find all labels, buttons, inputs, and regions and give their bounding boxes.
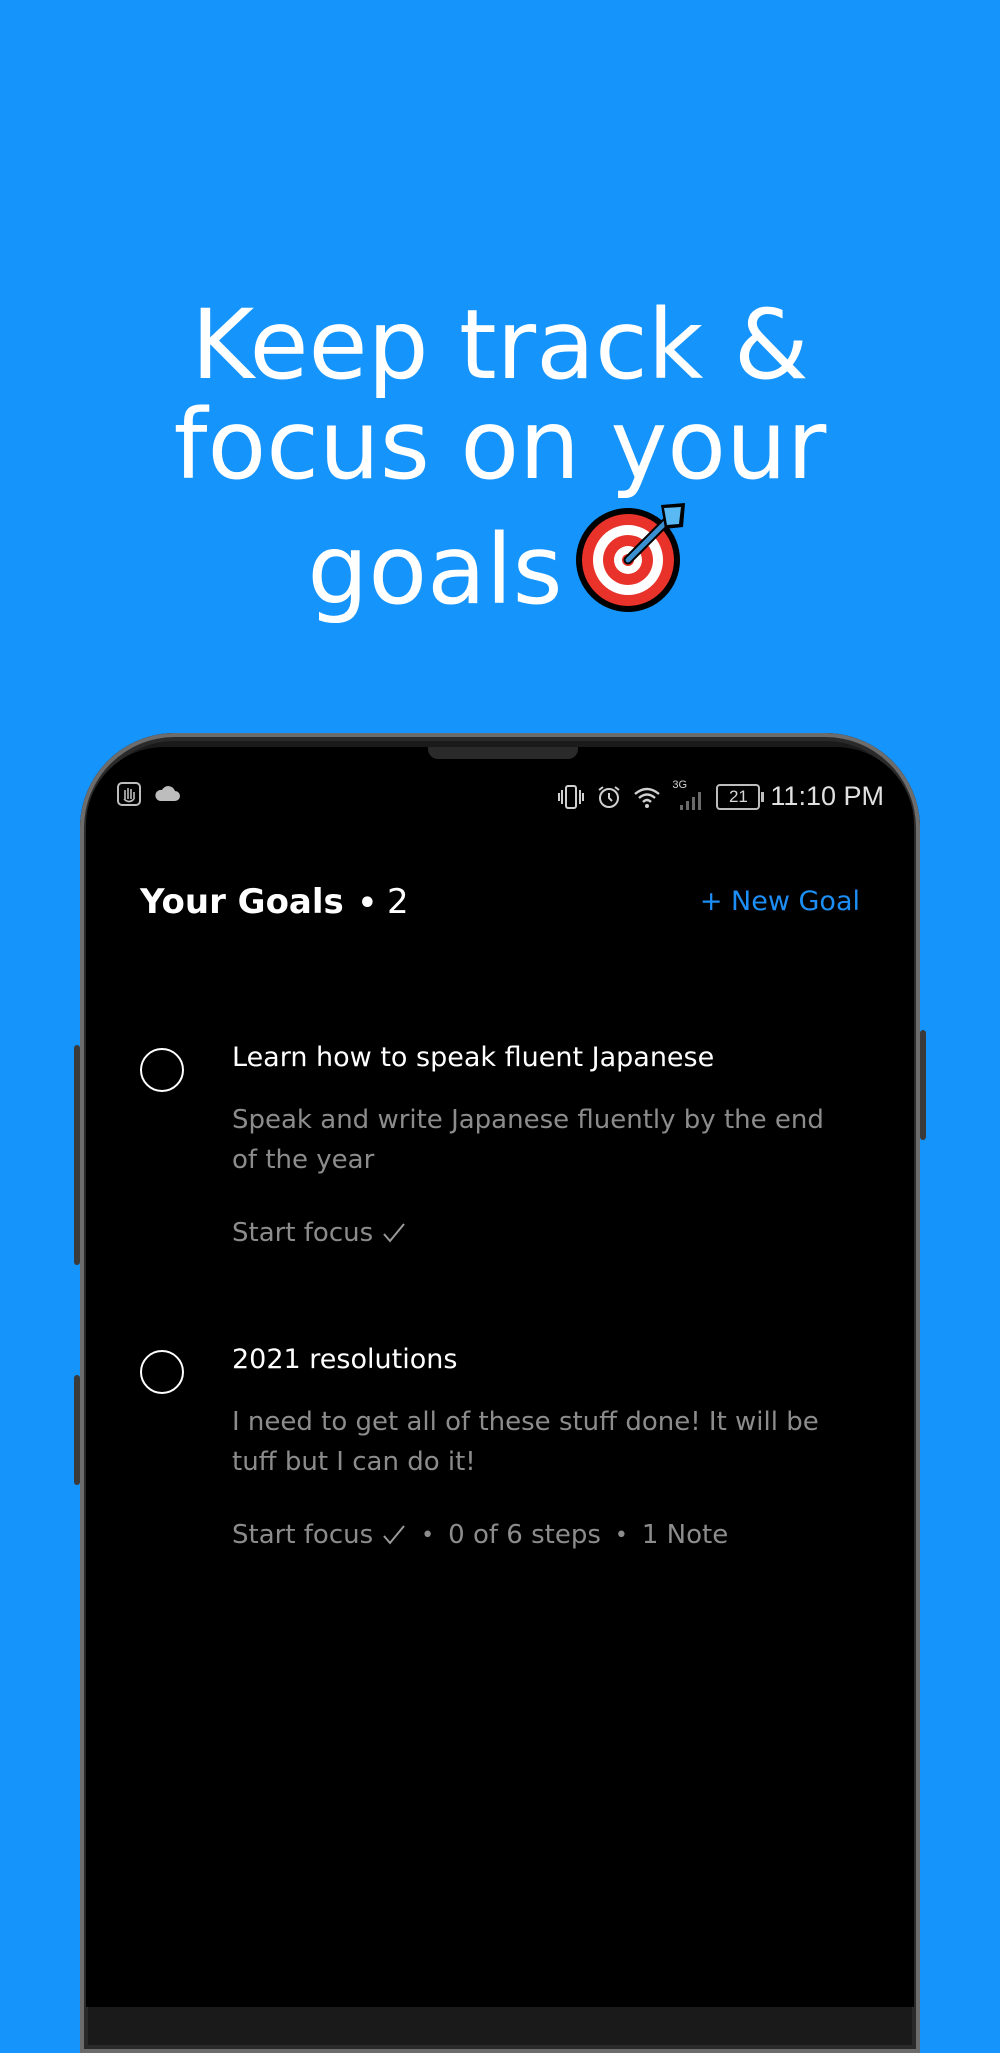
volume-button xyxy=(74,1045,80,1265)
goal-complete-checkbox[interactable] xyxy=(140,1048,184,1092)
goal-notes-count: 1 Note xyxy=(641,1520,729,1550)
goal-description: Speak and write Japanese fluently by the… xyxy=(232,1105,824,1175)
start-focus-label: Start focus xyxy=(232,1520,374,1550)
headline-line-3-text: goals xyxy=(307,514,563,626)
signal-3g-icon: 3G xyxy=(672,779,706,811)
goal-count: 2 xyxy=(386,882,409,922)
cloud-icon xyxy=(155,786,180,801)
title-separator: • xyxy=(357,886,377,921)
status-bar: 3G 21 11:10 PM xyxy=(116,779,884,817)
goals-header: Your Goals • 2 + New Goal xyxy=(140,882,860,932)
page-title: Your Goals • 2 xyxy=(140,882,409,922)
phone-notch xyxy=(428,747,578,759)
goal-meta: Start focus • 0 of 6 steps • 1 Note xyxy=(232,1520,852,1550)
new-goal-button[interactable]: + New Goal xyxy=(700,886,860,917)
goal-body: Learn how to speak fluent Japanese Speak… xyxy=(232,1040,852,1248)
goal-complete-checkbox[interactable] xyxy=(140,1350,184,1394)
headline-line-1: Keep track & xyxy=(191,289,809,401)
goal-body: 2021 resolutions I need to get all of th… xyxy=(232,1342,852,1550)
side-button xyxy=(74,1375,80,1485)
checkmark-icon xyxy=(383,1525,405,1545)
meta-separator: • xyxy=(421,1522,435,1548)
start-focus-button[interactable]: Start focus xyxy=(232,1218,407,1248)
goal-title: 2021 resolutions xyxy=(232,1344,458,1375)
meta-separator: • xyxy=(614,1522,628,1548)
power-button xyxy=(920,1030,926,1140)
battery-icon: 21 xyxy=(716,783,765,810)
goal-title: Learn how to speak fluent Japanese xyxy=(232,1042,715,1073)
wifi-icon xyxy=(634,787,661,808)
checkmark-icon xyxy=(383,1223,405,1243)
vibrate-icon xyxy=(558,784,585,809)
headline-line-3: goals xyxy=(0,495,1000,620)
alarm-icon xyxy=(598,785,621,808)
goal-meta: Start focus xyxy=(232,1218,852,1248)
status-bar-left xyxy=(116,781,182,807)
goal-description: I need to get all of these stuff done! I… xyxy=(232,1407,819,1477)
start-focus-button[interactable]: Start focus xyxy=(232,1520,407,1550)
status-time: 11:10 PM xyxy=(770,781,884,811)
page-title-text: Your Goals xyxy=(140,882,344,922)
headline-line-2: focus on your xyxy=(173,389,827,501)
promo-headline: Keep track & focus on your goals xyxy=(0,295,1000,620)
goal-steps-count: 0 of 6 steps xyxy=(448,1520,601,1550)
gesture-hand-icon xyxy=(117,782,141,806)
direct-hit-target-icon xyxy=(575,503,685,612)
status-bar-right: 3G 21 11:10 PM xyxy=(556,779,884,812)
start-focus-label: Start focus xyxy=(232,1218,374,1248)
phone-screen: 3G 21 11:10 PM Your Goals • 2 + New Goal L… xyxy=(86,747,914,2007)
